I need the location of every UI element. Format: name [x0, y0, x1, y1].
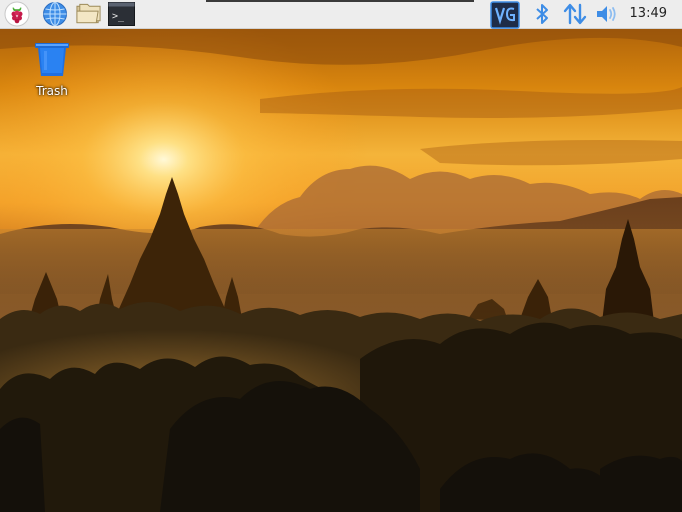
taskbar: >_ 13:49 [0, 0, 682, 29]
desktop-icon-trash[interactable]: Trash [26, 40, 78, 100]
folder-icon [76, 3, 101, 24]
terminal-button[interactable]: >_ [108, 1, 135, 27]
bluetooth-tray-button[interactable] [528, 1, 555, 27]
bluetooth-icon [535, 4, 548, 24]
vnc-icon [490, 0, 520, 29]
file-manager-button[interactable] [75, 1, 102, 27]
terminal-icon: >_ [108, 2, 135, 26]
network-tray-button[interactable] [561, 1, 588, 27]
clock[interactable]: 13:49 [630, 0, 667, 28]
desktop-screen: Trash >_ 13:49 [0, 0, 682, 512]
menu-button[interactable] [3, 1, 30, 27]
globe-icon [42, 2, 67, 26]
web-browser-button[interactable] [41, 1, 68, 27]
vnc-tray-button[interactable] [489, 0, 521, 29]
trash-icon [35, 43, 69, 76]
network-updown-icon [563, 3, 586, 25]
raspberry-pi-menu-icon [4, 1, 29, 27]
svg-text:>_: >_ [112, 11, 125, 22]
desktop-wallpaper [0, 29, 682, 512]
volume-icon [596, 6, 616, 22]
active-window-button[interactable] [206, 0, 474, 2]
volume-tray-button[interactable] [593, 1, 620, 27]
desktop-icon-label: Trash [36, 84, 68, 98]
